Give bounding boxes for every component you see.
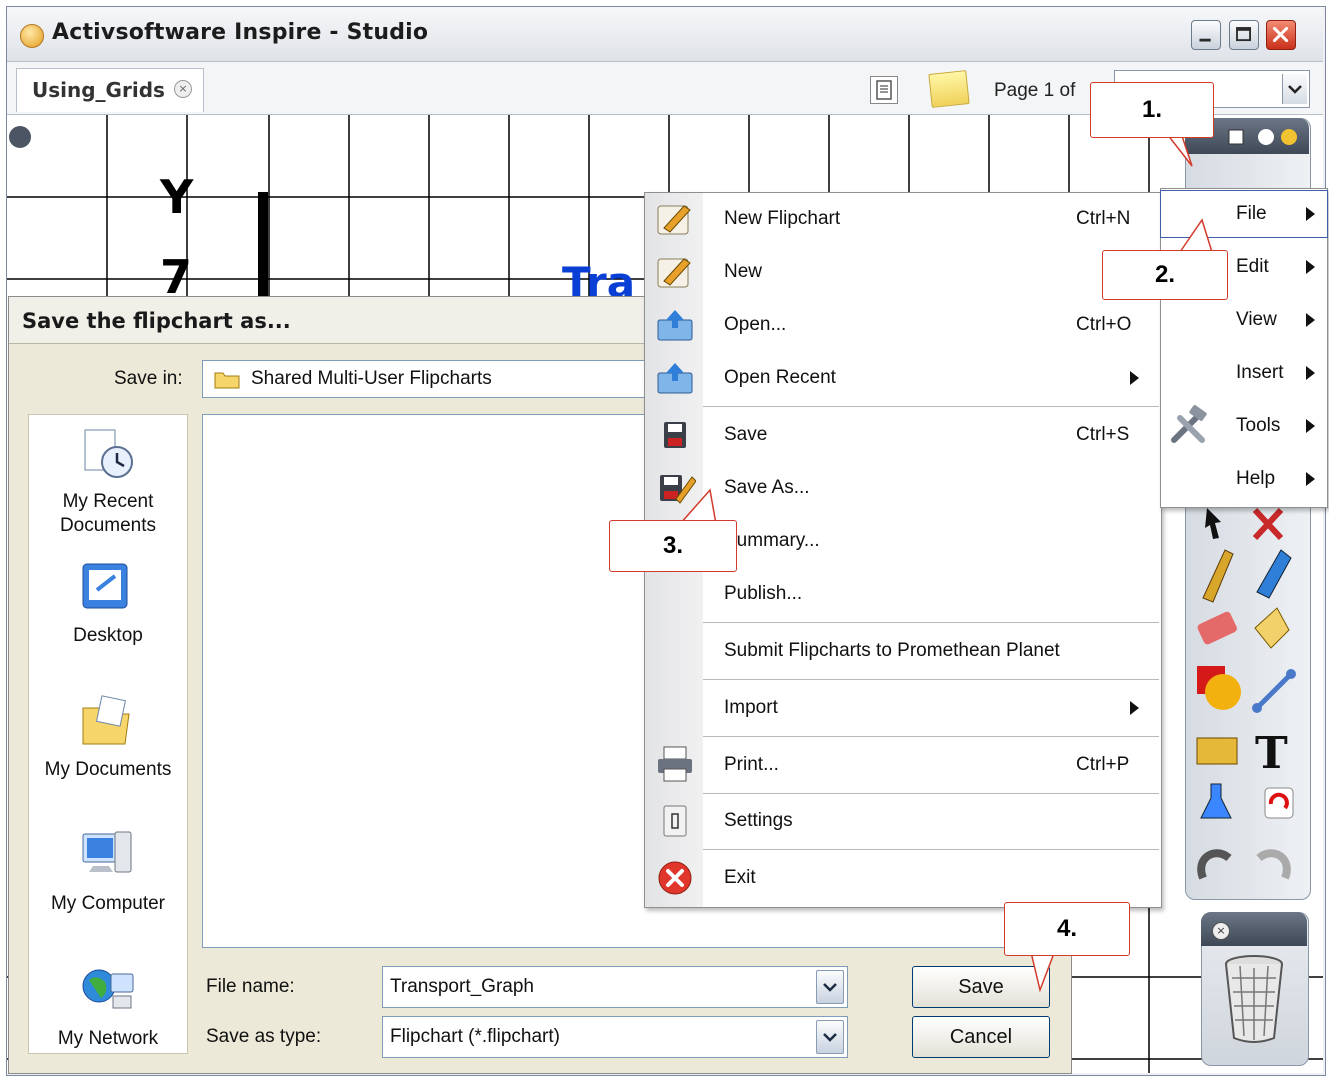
menu-item-open-recent[interactable]: Open Recent	[724, 367, 836, 389]
menu-item-save[interactable]: Save	[724, 424, 767, 446]
axis-label-y: Y	[160, 170, 194, 224]
tab-label: Using_Grids	[32, 78, 165, 102]
menu-item-new-flipchart[interactable]: New Flipchart	[724, 208, 840, 230]
menu-separator	[703, 849, 1159, 850]
folder-icon	[214, 372, 240, 389]
dialog-title: Save the flipchart as...	[22, 309, 291, 333]
shortcut-open: Ctrl+O	[1076, 314, 1132, 335]
tools-icon	[1171, 405, 1207, 443]
menu-separator	[703, 793, 1159, 794]
submenu-arrow-icon	[1130, 701, 1139, 715]
file-name-label: File name:	[206, 976, 295, 997]
menu-item-exit[interactable]: Exit	[724, 867, 756, 889]
close-icon	[1272, 26, 1289, 43]
trash-close-icon[interactable]: ×	[1212, 922, 1230, 940]
minimize-icon	[1199, 38, 1211, 42]
submenu-arrow-icon	[1306, 366, 1315, 380]
axis-line	[258, 192, 268, 302]
menu-item-settings[interactable]: Settings	[724, 810, 793, 832]
pin-icon[interactable]	[9, 126, 31, 148]
save-in-label: Save in:	[114, 368, 183, 389]
menu-item-print[interactable]: Print...	[724, 754, 779, 776]
settings-icon	[663, 805, 687, 837]
submenu-arrow-icon	[1306, 207, 1315, 221]
main-menu-item-help[interactable]: Help	[1236, 468, 1275, 490]
open-icon	[657, 310, 693, 341]
menu-separator	[703, 736, 1159, 737]
main-menu-item-insert[interactable]: Insert	[1236, 362, 1284, 384]
close-button[interactable]	[1266, 20, 1296, 50]
main-menu-item-tools[interactable]: Tools	[1236, 415, 1280, 437]
save-in-value: Shared Multi-User Flipcharts	[251, 368, 492, 389]
exit-icon	[658, 861, 692, 895]
desktop-icon	[82, 563, 128, 609]
shortcut-print: Ctrl+P	[1076, 754, 1130, 775]
place-my-documents[interactable]: My Documents	[28, 758, 188, 782]
chevron-down-icon[interactable]	[1282, 74, 1307, 104]
new-flipchart-icon	[657, 205, 691, 235]
my-documents-icon	[82, 695, 130, 745]
shortcut-new-flipchart: Ctrl+N	[1076, 208, 1131, 229]
submenu-arrow-icon	[1306, 472, 1315, 486]
file-name-value: Transport_Graph	[390, 976, 534, 997]
callout-2: 2.	[1102, 250, 1228, 300]
main-menu-item-file[interactable]: File	[1236, 203, 1267, 225]
save-as-type-label: Save as type:	[206, 1026, 322, 1047]
menu-item-publish[interactable]: Publish...	[724, 583, 802, 605]
maximize-icon	[1236, 27, 1251, 42]
submenu-arrow-icon	[1306, 419, 1315, 433]
save-icon	[664, 422, 686, 448]
menu-item-summary[interactable]: Summary...	[724, 530, 820, 552]
minimize-button[interactable]	[1191, 20, 1221, 50]
maximize-button[interactable]	[1229, 20, 1259, 50]
sticky-note-icon[interactable]	[928, 70, 970, 108]
place-my-recent-documents[interactable]: My Recent Documents	[28, 490, 188, 538]
callout-3: 3.	[609, 520, 737, 572]
new-icon	[657, 258, 691, 288]
main-menu-item-edit[interactable]: Edit	[1236, 256, 1269, 278]
menu-item-open[interactable]: Open...	[724, 314, 786, 336]
submenu-arrow-icon	[1130, 371, 1139, 385]
tab-close-icon[interactable]: ×	[174, 80, 192, 98]
page-view-icon[interactable]	[870, 76, 898, 104]
app-logo-icon	[20, 24, 44, 48]
menu-item-save-as[interactable]: Save As...	[724, 477, 810, 499]
menu-item-new[interactable]: New	[724, 261, 762, 283]
my-network-icon	[82, 969, 134, 1009]
printer-icon	[658, 746, 692, 782]
submenu-arrow-icon	[1306, 313, 1315, 327]
window-title: Activsoftware Inspire - Studio	[52, 20, 429, 45]
callout-1: 1.	[1090, 82, 1214, 138]
cancel-button[interactable]: Cancel	[912, 1016, 1050, 1058]
place-desktop[interactable]: Desktop	[28, 624, 188, 648]
main-menu-item-view[interactable]: View	[1236, 309, 1277, 331]
save-as-type-dropdown-icon[interactable]	[816, 1020, 844, 1054]
shortcut-save: Ctrl+S	[1076, 424, 1130, 445]
svg-text:T: T	[1255, 728, 1288, 779]
callout-4: 4.	[1004, 902, 1130, 956]
open-recent-icon	[657, 363, 693, 394]
menu-separator	[703, 622, 1159, 623]
submenu-arrow-icon	[1306, 260, 1315, 274]
place-my-computer[interactable]: My Computer	[28, 892, 188, 916]
save-as-type-value: Flipchart (*.flipchart)	[390, 1026, 560, 1047]
place-my-network[interactable]: My Network	[28, 1027, 188, 1051]
file-name-dropdown-icon[interactable]	[816, 970, 844, 1004]
trash-can-icon[interactable]	[1222, 954, 1286, 1046]
my-computer-icon	[82, 831, 132, 873]
page-indicator: Page 1 of	[994, 80, 1076, 101]
menu-separator	[703, 679, 1159, 680]
menu-item-import[interactable]: Import	[724, 697, 778, 719]
menu-item-submit-flipcharts[interactable]: Submit Flipcharts to Promethean Planet	[724, 640, 1060, 662]
recent-documents-icon	[84, 429, 133, 478]
menu-separator	[703, 406, 1159, 407]
